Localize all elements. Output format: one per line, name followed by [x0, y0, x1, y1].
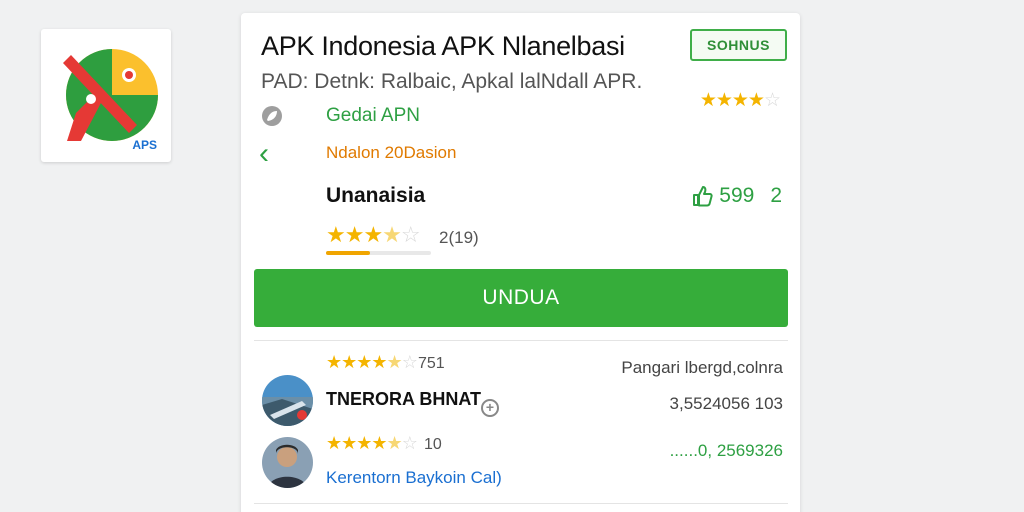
- rating-stars-empty: ☆: [400, 222, 421, 247]
- rating-progress-fill: [326, 251, 371, 255]
- likes-value: 599: [719, 184, 755, 207]
- top-rating-stars: ★★★★☆: [699, 89, 781, 112]
- reviews-summary-filled: ★★★★: [326, 352, 388, 372]
- divider: [254, 340, 788, 341]
- reviews-header-right: Pangari lbergd,colnra: [621, 358, 783, 377]
- download-button[interactable]: UNDUA: [254, 269, 788, 327]
- likes-count[interactable]: 599 2: [691, 184, 782, 208]
- app-title: APK Indonesia APK Nlanelbasi: [261, 31, 625, 61]
- back-chevron-icon[interactable]: ‹: [259, 139, 269, 169]
- review-link[interactable]: Kerentorn Baykoin Cal): [326, 468, 502, 488]
- reviewer-name[interactable]: TNERORA BHNAT: [326, 389, 481, 410]
- app-subtitle: PAD: Detnk: Ralbaic, Apkal lalNdall APR.: [261, 70, 643, 93]
- review-star-count: 10: [424, 436, 442, 453]
- app-icon-caption: APS: [132, 138, 157, 152]
- divider: [254, 503, 788, 504]
- review-amount: 3,5524056 103: [669, 394, 783, 413]
- review-stars-half: ★: [386, 433, 403, 453]
- status-badge[interactable]: SOHNUS: [690, 29, 787, 61]
- reviews-summary-empty: ☆: [401, 352, 418, 372]
- rating-progress-bar: [326, 251, 431, 255]
- leaf-icon: [262, 106, 282, 126]
- top-rating-filled: ★★★★: [699, 90, 765, 111]
- reviews-summary-stars: ★★★★★☆: [326, 352, 418, 373]
- likes-suffix: 2: [770, 184, 782, 207]
- avatar-person-image: [262, 437, 313, 488]
- add-icon[interactable]: +: [481, 399, 499, 417]
- thumbs-up-icon: [693, 186, 713, 207]
- avatar[interactable]: [262, 375, 313, 426]
- rating-stars-filled: ★★★: [326, 222, 383, 247]
- rating-count: 2(19): [439, 228, 479, 247]
- developer-name[interactable]: Unanaisia: [326, 184, 425, 208]
- app-details-card: APK Indonesia APK Nlanelbasi SOHNUS PAD:…: [241, 13, 800, 512]
- reviews-summary-half: ★: [386, 352, 403, 372]
- avatar-landscape-image: [262, 375, 313, 426]
- category-label[interactable]: Gedai APN: [326, 105, 420, 127]
- review-stars-empty: ☆: [401, 433, 418, 453]
- version-label: Ndalon 20Dasion: [326, 143, 457, 162]
- review-stars-filled: ★★★★: [326, 433, 388, 453]
- rating-stars: ★★★★☆: [326, 222, 421, 248]
- reviews-summary-count: 751: [418, 355, 445, 372]
- app-icon: APS: [41, 29, 171, 162]
- rating-stars-half: ★: [382, 222, 402, 247]
- top-rating-empty: ☆: [763, 90, 781, 111]
- review-stars: ★★★★★☆: [326, 433, 418, 454]
- avatar[interactable]: [262, 437, 313, 488]
- review-amount-green: ......0, 2569326: [669, 441, 783, 460]
